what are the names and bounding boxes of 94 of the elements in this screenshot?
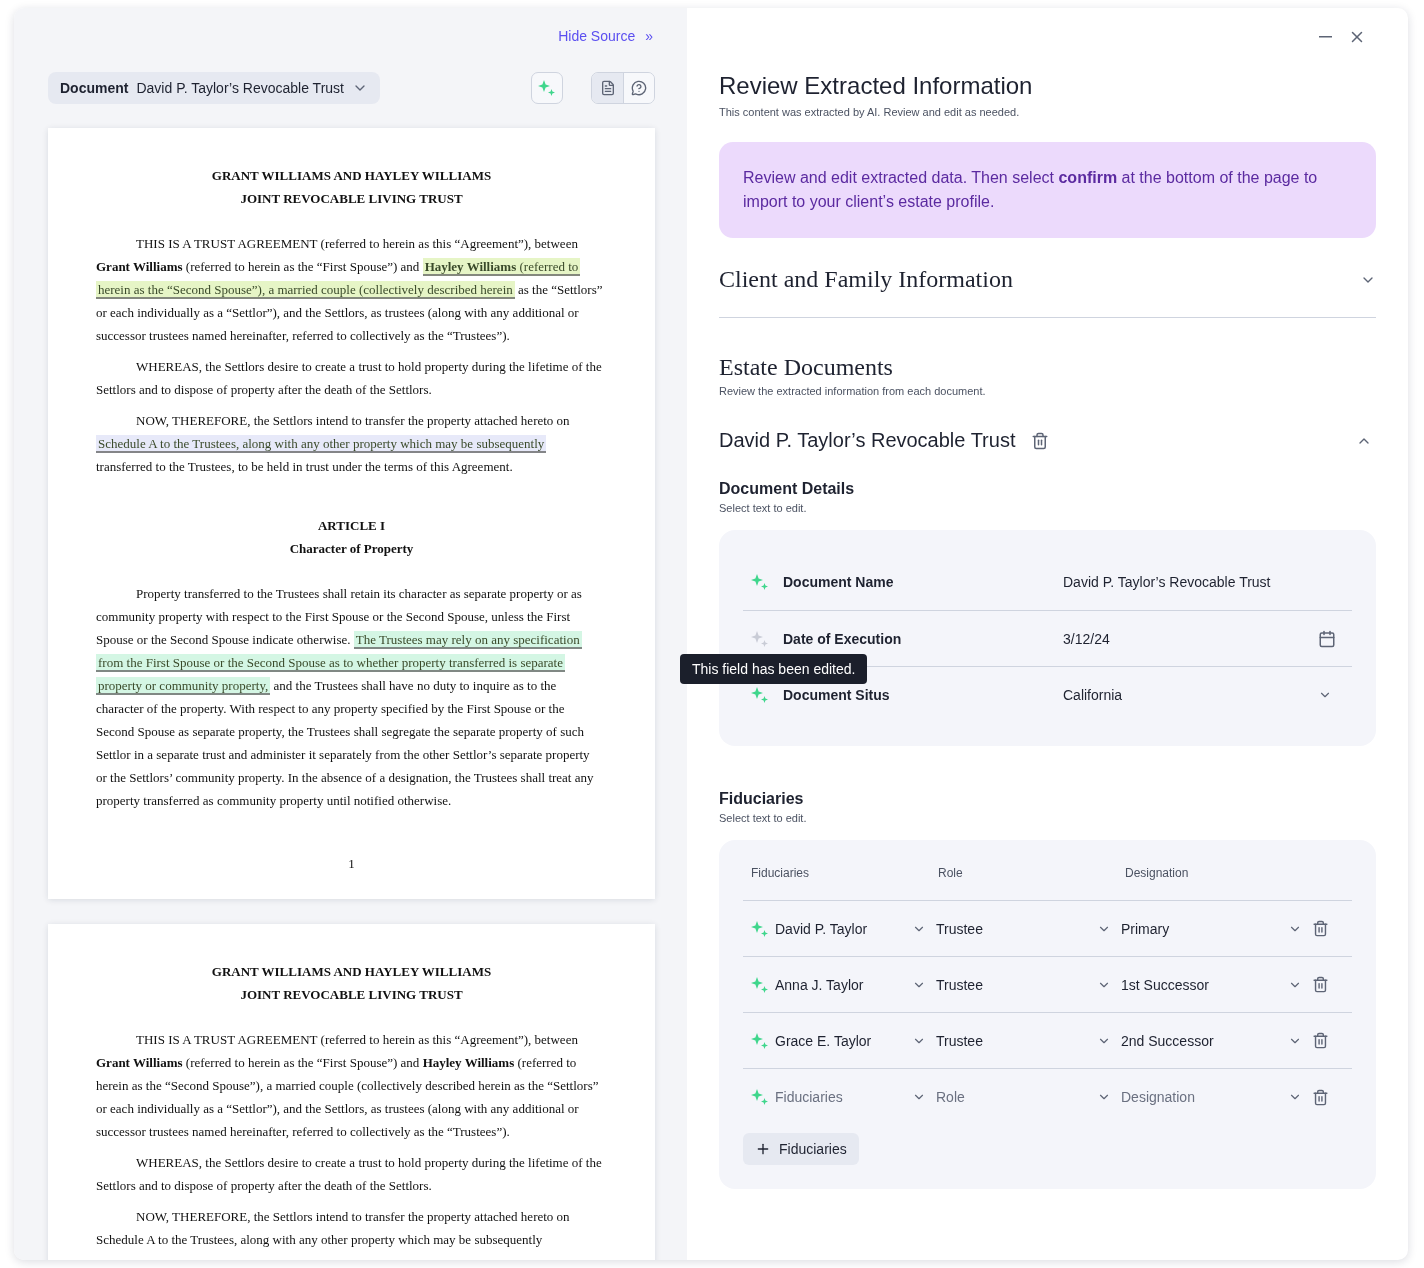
designation-select[interactable]: 1st Successor <box>1121 976 1312 993</box>
document-heading: GRANT WILLIAMS AND HAYLEY WILLIAMS <box>211 168 492 183</box>
document-text: Settlor in a separate trust and administer it separately from the other Settlor’s separate property <box>96 747 590 762</box>
document-select[interactable]: Document David P. Taylor’s Revocable Trust <box>48 72 380 104</box>
subsection-title: Fiduciaries <box>719 790 805 808</box>
document-text: Grant Williams (referred to herein as the “First Spouse”) and Hayley Williams (referred to <box>96 1055 577 1070</box>
document-text: WHEREAS, the Settlors desire to create a trust to hold property during the lifetime of the <box>136 359 602 374</box>
document-text: Second Spouse as separate property, the Trustees shall segregate the separate property of such <box>96 724 584 739</box>
highlighted-text[interactable]: from the First Spouse or the Second Spouse as to whether property transferred is separate <box>96 654 565 672</box>
field-label: Document Name <box>783 574 895 590</box>
field-label: Date of Execution <box>783 630 903 647</box>
document-heading: JOINT REVOCABLE LIVING TRUST <box>240 987 463 1002</box>
minimize-icon <box>1319 36 1332 38</box>
trash-icon <box>1031 431 1050 450</box>
document-text: THIS IS A TRUST AGREEMENT (referred to herein as this “Agreement”), between <box>136 236 578 251</box>
designation-select[interactable]: Primary <box>1121 920 1312 937</box>
add-fiduciary-button[interactable]: Fiduciaries <box>743 1133 859 1165</box>
document-text: Property transferred to the Trustees shall retain its character as separate property or as <box>136 586 582 601</box>
document-heading: Character of Property <box>289 541 414 556</box>
subsection-subtitle: Select text to edit. <box>719 812 808 824</box>
trash-icon <box>1312 1032 1329 1049</box>
info-notice: Review and edit extracted data. Then select confirm at the bottom of the page to import to your client’s estate profile. <box>719 142 1376 238</box>
highlighted-text[interactable]: herein as the “Second Spouse”), a married couple (collectively described herein <box>96 281 515 299</box>
panel-title: Review Extracted Information <box>719 72 1034 100</box>
subsection-subtitle: Select text to edit. <box>719 502 808 514</box>
field-value[interactable]: 3/12/24 <box>1063 630 1110 647</box>
document-text: successor trustees named hereinafter, referred to collectively as the “Trustees”). <box>96 328 510 343</box>
sparkle-icon <box>751 975 769 994</box>
document-text: Grant Williams (referred to herein as the “First Spouse”) and <box>96 259 421 274</box>
field-value[interactable]: California <box>1063 686 1123 703</box>
section-title[interactable]: Client and Family Information <box>719 266 1013 293</box>
tooltip: This field has been edited. <box>680 654 868 684</box>
document-text: or each individually as a “Settlor”), and the Settlors, as trustees (along with any additional or <box>96 1101 579 1116</box>
role-select[interactable]: Trustee <box>936 920 1121 937</box>
highlighted-text[interactable]: property or community property, <box>96 677 271 695</box>
document-text: Settlors and to dispose of property after the death of the Settlors. <box>96 382 432 397</box>
page-number: 1 <box>348 856 355 871</box>
trash-icon <box>1312 920 1329 937</box>
document-icon <box>599 80 616 96</box>
document-text: and the Trustees shall have no duty to inquire as to the <box>272 678 557 693</box>
document-heading: ARTICLE I <box>317 518 386 533</box>
designation-select[interactable]: 2nd Successor <box>1121 1032 1312 1049</box>
highlighted-text[interactable]: The Trustees may rely on any specification <box>353 631 582 649</box>
sparkle-icon <box>751 919 769 938</box>
panel-subtitle: This content was extracted by AI. Review and edit as needed. <box>719 106 1021 118</box>
calendar-icon[interactable] <box>1318 629 1336 648</box>
field-value[interactable]: David P. Taylor’s Revocable Trust <box>1063 574 1271 590</box>
column-header: Fiduciaries <box>751 866 811 880</box>
role-select[interactable]: Role <box>936 1089 1121 1105</box>
document-view-button[interactable] <box>592 73 623 103</box>
trash-icon <box>1312 1088 1329 1106</box>
designation-select[interactable]: Designation <box>1121 1089 1312 1105</box>
document-text: community property with respect to the First Spouse or the Second Spouse, unless the First <box>96 609 571 624</box>
document-text: successor trustees named hereinafter, referred to collectively as the “Trustees”). <box>96 1124 510 1139</box>
subsection-title: Document Details <box>719 480 856 498</box>
sparkle-icon <box>538 79 556 97</box>
document-text: Settlors and to dispose of property after the death of the Settlors. <box>96 1178 432 1193</box>
document-text: herein as the “Second Spouse”), a married couple (collectively described herein as the “Settlors” <box>96 1078 599 1093</box>
fiduciary-select[interactable]: Anna J. Taylor <box>751 975 936 994</box>
section-title: Estate Documents <box>719 354 894 381</box>
document-heading: GRANT WILLIAMS AND HAYLEY WILLIAMS <box>211 964 492 979</box>
document-heading: JOINT REVOCABLE LIVING TRUST <box>240 191 463 206</box>
document-text: transferred to the Trustees, to be held in trust under the terms of this Agreement. <box>96 459 513 474</box>
document-text: Schedule A to the Trustees, along with any other property which may be subsequently <box>96 1232 543 1247</box>
document-text: THIS IS A TRUST AGREEMENT (referred to herein as this “Agreement”), between <box>136 1032 578 1047</box>
delete-button[interactable] <box>1031 431 1050 450</box>
hide-source-link[interactable]: Hide Source » <box>558 24 653 48</box>
document-title[interactable]: David P. Taylor’s Revocable Trust <box>719 429 1016 452</box>
fiduciary-select[interactable]: Grace E. Taylor <box>751 1031 936 1050</box>
column-header: Designation <box>1125 866 1190 880</box>
document-text: Spouse or the Second Spouse indicate otherwise. <box>96 632 352 647</box>
document-text: NOW, THEREFORE, the Settlors intend to transfer the property attached hereto on <box>136 1209 570 1224</box>
sparkle-icon <box>751 1088 769 1106</box>
sparkle-icon <box>751 1031 769 1050</box>
highlighted-text[interactable]: Schedule A to the Trustees, along with any other property which may be subsequently <box>96 435 547 453</box>
role-select[interactable]: Trustee <box>936 976 1121 993</box>
help-bubble-icon <box>631 80 647 96</box>
highlighted-text[interactable]: Hayley Williams (referred to <box>422 258 581 276</box>
fiduciary-select[interactable]: Fiduciaries <box>751 1088 936 1106</box>
column-header: Role <box>938 866 964 880</box>
section-subtitle: Review the extracted information from each document. <box>719 385 987 397</box>
field-label: Document Situs <box>783 686 891 703</box>
document-text: NOW, THEREFORE, the Settlors intend to transfer the property attached hereto on <box>136 413 570 428</box>
document-text: property transferred as community property until notified otherwise. <box>96 793 452 808</box>
chat-view-button[interactable] <box>623 73 654 103</box>
plus-icon <box>755 1141 771 1157</box>
role-select[interactable]: Trustee <box>936 1032 1121 1049</box>
document-text: or each individually as a “Settlor”), and the Settlors, as trustees (along with any additional or <box>96 305 579 320</box>
document-text: WHEREAS, the Settlors desire to create a trust to hold property during the lifetime of the <box>136 1155 602 1170</box>
trash-icon <box>1312 976 1329 993</box>
document-text: or the Settlors’ community property. In the absence of a designation, the Trustees shall treat any <box>96 770 594 785</box>
document-text: character of the property. With respect to any property specified by the First Spouse or the <box>96 701 565 716</box>
fiduciary-select[interactable]: David P. Taylor <box>751 919 936 938</box>
document-text: as the “Settlors” <box>517 282 603 297</box>
